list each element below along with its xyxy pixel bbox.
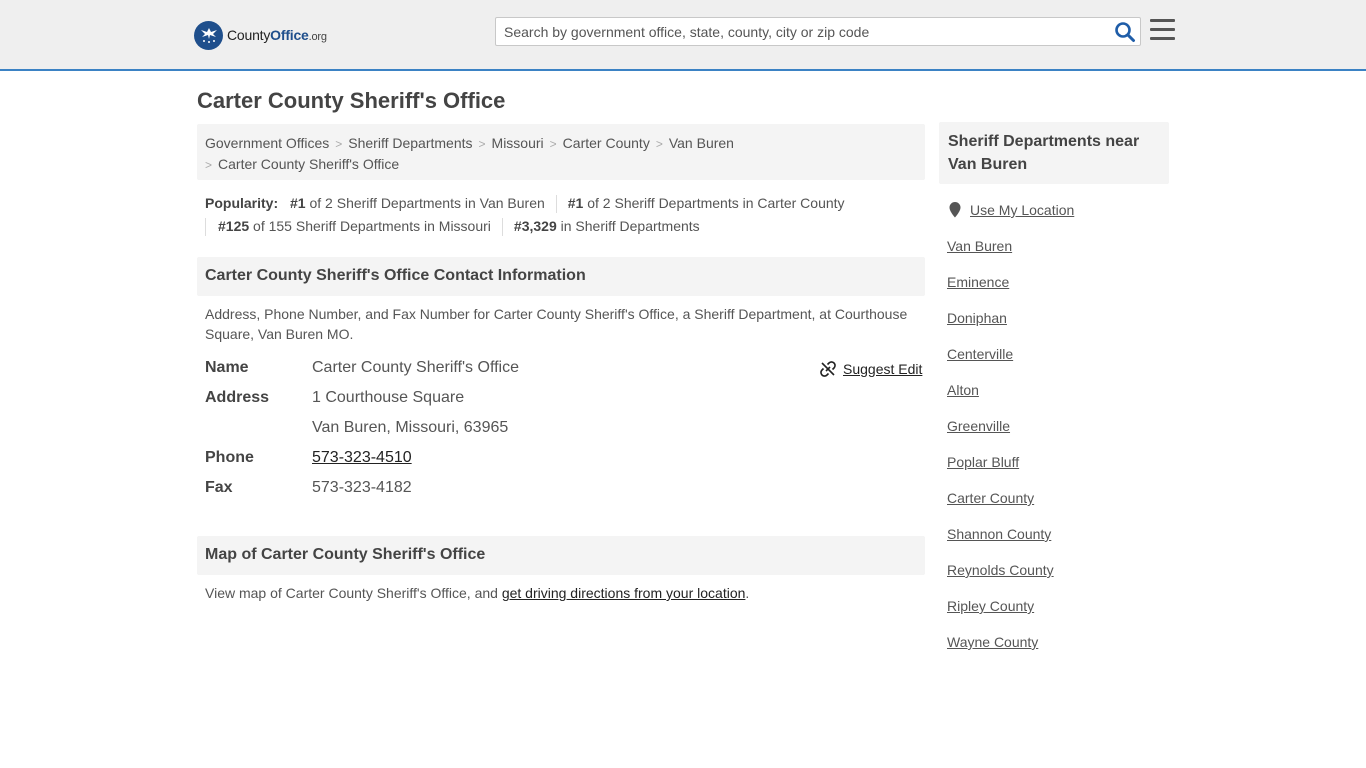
breadcrumb-separator-icon: >	[205, 158, 213, 172]
site-logo[interactable]: CountyOffice.org	[194, 20, 327, 50]
menu-bar	[1150, 28, 1175, 31]
search-button[interactable]	[1114, 21, 1136, 43]
search-input[interactable]	[496, 18, 1106, 45]
sidebar-link-shannon-county[interactable]: Shannon County	[947, 524, 1051, 544]
popularity-stats: Popularity: #1 of 2 Sheriff Departments …	[205, 192, 925, 238]
logo-prefix: County	[227, 27, 271, 43]
sidebar-link-wayne-county[interactable]: Wayne County	[947, 632, 1038, 652]
suggest-edit-label: Suggest Edit	[843, 361, 923, 377]
breadcrumb: Government Offices > Sheriff Departments > M…	[197, 124, 925, 180]
popularity-rank: #125	[218, 218, 250, 234]
map-pin-icon	[949, 202, 961, 218]
contact-section-heading: Carter County Sheriff's Office Contact I…	[197, 257, 925, 296]
fax-value: 573-323-4182	[312, 479, 412, 496]
map-section-heading: Map of Carter County Sheriff's Office	[197, 536, 925, 575]
menu-bar	[1150, 37, 1175, 40]
menu-bar	[1150, 19, 1175, 22]
popularity-rank: #3,329	[513, 218, 557, 234]
fax-label: Fax	[205, 479, 233, 496]
breadcrumb-government-offices[interactable]: Government Offices	[205, 135, 329, 151]
divider	[501, 218, 503, 237]
divider	[205, 218, 206, 237]
popularity-text: of 2 Sheriff Departments in Van Buren	[305, 195, 545, 211]
map-text-after: .	[745, 585, 750, 601]
breadcrumb-current: Carter County Sheriff's Office	[218, 156, 400, 172]
breadcrumb-carter-county[interactable]: Carter County	[563, 135, 650, 151]
driving-directions-link[interactable]: get driving directions from your locatio…	[502, 585, 746, 601]
sidebar-link-eminence[interactable]: Eminence	[947, 272, 1009, 292]
sidebar-link-poplar-bluff[interactable]: Poplar Bluff	[947, 452, 1019, 472]
address-line2: Van Buren, Missouri, 63965	[312, 419, 509, 436]
breadcrumb-separator-icon: >	[549, 137, 557, 151]
search-box	[495, 17, 1141, 46]
address-line1: 1 Courthouse Square	[312, 389, 465, 406]
hamburger-menu-icon[interactable]	[1150, 19, 1175, 41]
popularity-rank: #1	[290, 195, 306, 211]
address-label: Address	[205, 389, 270, 406]
sidebar-link-reynolds-county[interactable]: Reynolds County	[947, 560, 1054, 580]
logo-suffix: .org	[308, 31, 327, 43]
popularity-item: #1 of 2 Sheriff Departments in Van Buren	[290, 192, 545, 215]
sidebar-heading: Sheriff Departments near Van Buren	[939, 122, 1169, 184]
sidebar-link-alton[interactable]: Alton	[947, 380, 979, 400]
phone-link[interactable]: 573-323-4510	[312, 449, 412, 466]
popularity-item: #125 of 155 Sheriff Departments in Misso…	[218, 215, 491, 238]
sidebar-link-van-buren[interactable]: Van Buren	[947, 236, 1012, 256]
breadcrumb-missouri[interactable]: Missouri	[492, 135, 544, 151]
sidebar-link-centerville[interactable]: Centerville	[947, 344, 1013, 364]
phone-label: Phone	[205, 449, 254, 466]
search-icon	[1115, 22, 1135, 42]
logo-brand: Office	[270, 27, 309, 43]
popularity-text: of 2 Sheriff Departments in Carter Count…	[583, 195, 845, 211]
use-my-location-label: Use My Location	[970, 202, 1075, 218]
use-my-location-link[interactable]: Use My Location	[949, 200, 1074, 220]
breadcrumb-separator-icon: >	[478, 137, 486, 151]
sidebar-link-doniphan[interactable]: Doniphan	[947, 308, 1007, 328]
popularity-text: in Sheriff Departments	[556, 218, 700, 234]
breadcrumb-separator-icon: >	[655, 137, 663, 151]
map-description: View map of Carter County Sheriff's Offi…	[205, 583, 749, 603]
popularity-item: #1 of 2 Sheriff Departments in Carter Co…	[568, 192, 845, 215]
name-value: Carter County Sheriff's Office	[312, 359, 519, 376]
suggest-edit-link[interactable]: Suggest Edit	[820, 359, 922, 379]
name-label: Name	[205, 359, 249, 376]
top-bar: CountyOffice.org	[0, 0, 1366, 71]
map-text-before: View map of Carter County Sheriff's Offi…	[205, 585, 502, 601]
popularity-text: of 155 Sheriff Departments in Missouri	[249, 218, 491, 234]
contact-description: Address, Phone Number, and Fax Number fo…	[205, 306, 908, 342]
popularity-rank: #1	[567, 195, 584, 211]
phone-value-container: 573-323-4510	[312, 446, 412, 470]
sidebar-link-carter-county[interactable]: Carter County	[947, 488, 1034, 508]
sidebar-link-greenville[interactable]: Greenville	[947, 416, 1010, 436]
divider	[555, 195, 557, 214]
popularity-label: Popularity:	[205, 195, 279, 211]
breadcrumb-sheriff-departments[interactable]: Sheriff Departments	[348, 135, 472, 151]
sidebar-link-ripley-county[interactable]: Ripley County	[947, 596, 1034, 616]
popularity-item: #3,329 in Sheriff Departments	[514, 215, 700, 238]
logo-text: CountyOffice.org	[227, 27, 327, 43]
breadcrumb-separator-icon: >	[335, 137, 343, 151]
page-title: Carter County Sheriff's Office	[197, 88, 506, 113]
broken-link-icon	[820, 361, 836, 377]
breadcrumb-van-buren[interactable]: Van Buren	[669, 135, 734, 151]
eagle-seal-icon	[194, 20, 223, 50]
